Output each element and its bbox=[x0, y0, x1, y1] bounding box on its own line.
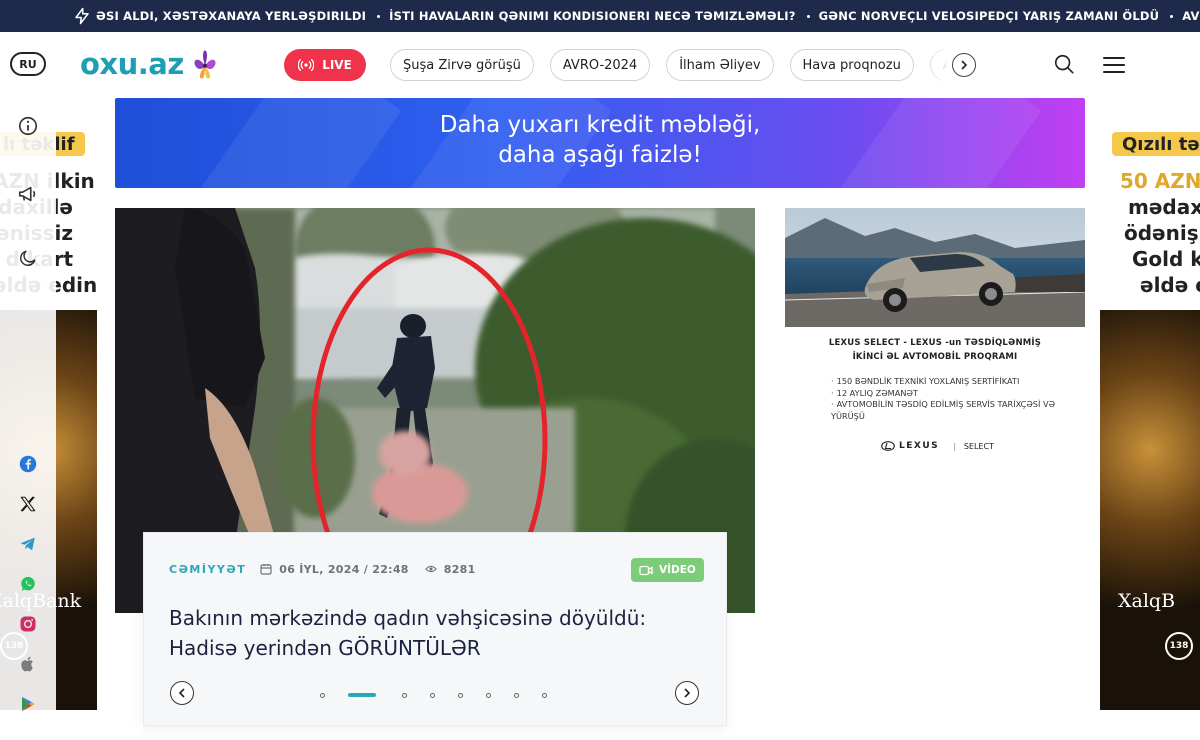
ticker-item[interactable]: GƏNC NORVEÇLI VELOSIPEDÇI YARIŞ ZAMANI Ö… bbox=[819, 9, 1160, 23]
lexus-ad[interactable]: LEXUS SELECT - LEXUS -un TƏSDİQLƏNMİŞ İK… bbox=[785, 208, 1085, 458]
slider-dot-active[interactable] bbox=[348, 693, 376, 697]
logo-text: oxu.az bbox=[80, 47, 184, 81]
telegram-icon[interactable] bbox=[16, 532, 40, 556]
lexus-title-line-2: İKİNCİ ƏL AVTOMOBİL PROQRAMI bbox=[852, 352, 1018, 362]
trending-tags: Şuşa Zirvə görüşü AVRO-2024 İlham Əliyev Ha… bbox=[390, 49, 962, 81]
slider-dot[interactable] bbox=[320, 692, 325, 698]
whatsapp-icon[interactable] bbox=[16, 572, 40, 596]
article-card[interactable]: CƏMİYYƏT 06 İYL, 2024 / 22:48 8281 VİDEO… bbox=[143, 532, 727, 726]
lexus-feature: 12 AYLIQ ZƏMANƏT bbox=[831, 388, 1061, 400]
menu-icon[interactable] bbox=[1103, 56, 1125, 74]
live-button[interactable]: LIVE bbox=[284, 49, 366, 81]
logo-flower-icon bbox=[194, 50, 216, 79]
info-icon[interactable] bbox=[16, 114, 40, 138]
ad-line: Gold k bbox=[1132, 247, 1200, 271]
article-date: 06 İYL, 2024 / 22:48 bbox=[279, 562, 409, 576]
lexus-feature: 150 BƏNDLİK TEXNİKİ YOXLANIŞ SERTİFİKATI bbox=[831, 376, 1061, 388]
ad-amount: 50 AZN bbox=[1120, 169, 1200, 193]
slider-dot[interactable] bbox=[514, 692, 519, 698]
site-header: RU oxu.az LIVE Şuşa Zirvə görüşü AVRO-202… bbox=[0, 32, 1200, 98]
slider-dots bbox=[320, 691, 570, 699]
video-camera-icon bbox=[639, 565, 653, 575]
side-toolbar bbox=[0, 98, 56, 740]
eye-icon bbox=[424, 565, 437, 573]
ticker-separator bbox=[806, 14, 810, 18]
moon-icon[interactable] bbox=[16, 246, 40, 270]
news-ticker: ƏSI ALDI, XƏSTƏXANAYA YERLƏŞDIRILDI İSTI … bbox=[0, 0, 1200, 32]
side-ad-right[interactable]: Qızılı tə 50 AZN mədax ödəniş Gold k əld… bbox=[1100, 110, 1200, 710]
search-icon[interactable] bbox=[1053, 53, 1075, 75]
chevron-left-icon bbox=[178, 688, 185, 698]
ad-line: mədax bbox=[1128, 195, 1200, 219]
broadcast-icon bbox=[298, 59, 315, 71]
video-label: VİDEO bbox=[659, 564, 696, 576]
lexus-title-line-1: LEXUS SELECT - LEXUS -un TƏSDİQLƏNMİŞ bbox=[828, 338, 1042, 348]
slider-prev-button[interactable] bbox=[170, 681, 194, 705]
tags-next-button[interactable] bbox=[952, 53, 976, 77]
ad-age-badge: 138 bbox=[1165, 632, 1193, 660]
language-switch-button[interactable]: RU bbox=[10, 52, 46, 76]
lexus-brand: LEXUS bbox=[899, 441, 940, 451]
ad-text-block: 50 AZN mədax ödəniş Gold k əldə ed bbox=[1120, 168, 1200, 298]
lexus-feature: AVTOMOBİLİN TƏSDİQ EDİLMİŞ SERVİS TARİXÇ… bbox=[831, 399, 1061, 422]
ticker-item[interactable]: İSTI HAVALARIN QƏNIMI KONDISIONERI NECƏ … bbox=[389, 9, 796, 23]
trending-tag[interactable]: Şuşa Zirvə görüşü bbox=[390, 49, 534, 81]
ad-offer-label: Qızılı tə bbox=[1112, 132, 1200, 156]
x-icon[interactable] bbox=[16, 492, 40, 516]
article-meta: CƏMİYYƏT 06 İYL, 2024 / 22:48 8281 bbox=[169, 561, 476, 577]
banner-line-1: Daha yuxarı kredit məbləği, bbox=[439, 112, 761, 138]
ad-line: ödəniş bbox=[1124, 221, 1199, 245]
lexus-program: SELECT bbox=[963, 441, 994, 451]
trending-tag[interactable]: AVRO-2024 bbox=[549, 49, 651, 81]
ticker-track: ƏSI ALDI, XƏSTƏXANAYA YERLƏŞDIRILDI İSTI … bbox=[96, 9, 1200, 23]
ticker-separator bbox=[1170, 14, 1174, 18]
megaphone-icon[interactable] bbox=[16, 182, 40, 206]
top-banner-ad[interactable]: Daha yuxarı kredit məbləği, daha aşağı f… bbox=[115, 98, 1085, 188]
article-category[interactable]: CƏMİYYƏT bbox=[169, 563, 246, 576]
banner-line-2: daha aşağı faizlə! bbox=[498, 142, 702, 168]
slider-dot[interactable] bbox=[542, 692, 547, 698]
video-badge: VİDEO bbox=[631, 558, 704, 582]
article-views: 8281 bbox=[443, 562, 476, 576]
apple-icon[interactable] bbox=[16, 652, 40, 676]
bolt-icon bbox=[72, 6, 92, 26]
lexus-divider: | bbox=[953, 441, 956, 451]
calendar-icon bbox=[260, 564, 272, 575]
lexus-logo: LEXUS | SELECT bbox=[881, 438, 994, 454]
article-title[interactable]: Bakının mərkəzində qadın vəhşicəsinə döy… bbox=[169, 603, 709, 663]
lexus-ad-title: LEXUS SELECT - LEXUS -un TƏSDİQLƏNMİŞ İK… bbox=[785, 336, 1085, 364]
ad-line: əldə ed bbox=[1140, 273, 1200, 297]
slider-dot[interactable] bbox=[486, 692, 491, 698]
trending-tag[interactable]: İlham Əliyev bbox=[666, 49, 774, 81]
instagram-icon[interactable] bbox=[16, 612, 40, 636]
lexus-feature-list: 150 BƏNDLİK TEXNİKİ YOXLANIŞ SERTİFİKATI… bbox=[831, 376, 1061, 422]
facebook-icon[interactable] bbox=[16, 452, 40, 476]
site-logo[interactable]: oxu.az bbox=[80, 46, 222, 82]
slider-dot[interactable] bbox=[430, 692, 435, 698]
google-play-icon[interactable] bbox=[16, 692, 40, 716]
ticker-item[interactable]: ƏSI ALDI, XƏSTƏXANAYA YERLƏŞDIRILDI bbox=[96, 9, 366, 23]
chevron-right-icon bbox=[684, 688, 691, 698]
slider-dot[interactable] bbox=[458, 692, 463, 698]
ticker-item[interactable]: AVRO-20 bbox=[1182, 9, 1200, 23]
banner-text: Daha yuxarı kredit məbləği, daha aşağı f… bbox=[115, 110, 1085, 170]
live-label: LIVE bbox=[322, 58, 352, 72]
lexus-ad-photo bbox=[785, 208, 1085, 327]
slider-next-button[interactable] bbox=[675, 681, 699, 705]
ticker-separator bbox=[377, 14, 381, 18]
lexus-emblem-icon bbox=[881, 441, 895, 451]
ad-bank-name: XalqB bbox=[1118, 590, 1176, 612]
slider-dot[interactable] bbox=[402, 692, 407, 698]
trending-tag[interactable]: Hava proqnozu bbox=[789, 49, 914, 81]
chevron-right-icon bbox=[961, 60, 968, 70]
